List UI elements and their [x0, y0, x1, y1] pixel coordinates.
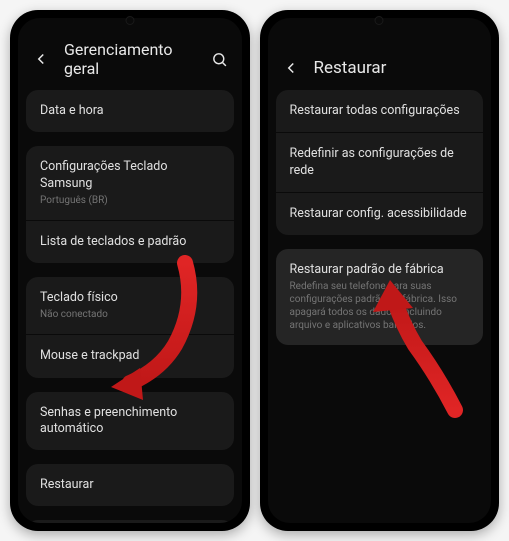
item-keyboard-list[interactable]: Lista de teclados e padrão [26, 221, 234, 263]
item-personalization[interactable]: Serviço de personalização Ativado [26, 520, 234, 523]
header: Restaurar [268, 18, 492, 90]
phone-screen: Restaurar Restaurar todas configurações … [268, 18, 492, 523]
camera-notch [375, 16, 384, 25]
item-physical-keyboard[interactable]: Teclado físico Não conectado [26, 277, 234, 334]
item-date-time[interactable]: Data e hora [26, 90, 234, 132]
item-label: Senhas e preenchimento automático [40, 405, 220, 438]
phone-left: Gerenciamento geral Data e hora Configur… [10, 10, 250, 531]
back-icon[interactable] [32, 50, 50, 68]
item-label: Restaurar config. acessibilidade [290, 206, 470, 222]
item-sublabel: Não conectado [40, 308, 220, 321]
item-label: Configurações Teclado Samsung [40, 159, 220, 192]
item-restore-all[interactable]: Restaurar todas configurações [276, 90, 484, 132]
item-label: Mouse e trackpad [40, 348, 220, 364]
camera-notch [125, 16, 134, 25]
search-icon[interactable] [211, 51, 228, 68]
item-label: Lista de teclados e padrão [40, 234, 220, 250]
header: Gerenciamento geral [18, 18, 242, 90]
item-label: Redefinir as configurações de rede [290, 146, 470, 179]
item-sublabel: Português (BR) [40, 194, 220, 207]
item-label: Data e hora [40, 103, 220, 119]
item-passwords-autofill[interactable]: Senhas e preenchimento automático [26, 392, 234, 451]
item-label: Teclado físico [40, 290, 220, 306]
item-reset-network[interactable]: Redefinir as configurações de rede [276, 133, 484, 192]
settings-list: Restaurar todas configurações Redefinir … [268, 90, 492, 345]
item-restore-accessibility[interactable]: Restaurar config. acessibilidade [276, 193, 484, 235]
item-factory-reset[interactable]: Restaurar padrão de fábrica Redefina seu… [276, 249, 484, 345]
item-sublabel: Redefina seu telefone para suas configur… [290, 280, 470, 332]
item-restore[interactable]: Restaurar [26, 464, 234, 506]
phone-right: Restaurar Restaurar todas configurações … [260, 10, 500, 531]
item-label: Restaurar todas configurações [290, 103, 470, 119]
page-title: Restaurar [314, 58, 478, 78]
item-mouse-trackpad[interactable]: Mouse e trackpad [26, 335, 234, 377]
settings-list: Data e hora Configurações Teclado Samsun… [18, 90, 242, 523]
item-keyboard-samsung[interactable]: Configurações Teclado Samsung Português … [26, 146, 234, 220]
item-label: Restaurar [40, 477, 220, 493]
back-icon[interactable] [282, 59, 300, 77]
item-label: Restaurar padrão de fábrica [290, 262, 470, 278]
page-title: Gerenciamento geral [64, 40, 197, 78]
phone-screen: Gerenciamento geral Data e hora Configur… [18, 18, 242, 523]
